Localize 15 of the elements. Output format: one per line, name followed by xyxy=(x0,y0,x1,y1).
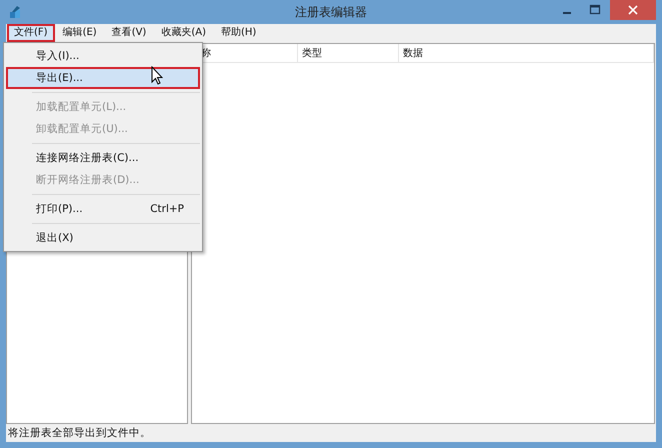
cursor-icon xyxy=(151,66,163,85)
menu-bar-item[interactable]: 编辑(E) xyxy=(56,24,104,42)
window-title: 注册表编辑器 xyxy=(295,4,367,20)
menu-item[interactable]: 导出(E)... xyxy=(6,67,200,89)
menu-item[interactable]: 连接网络注册表(C)... xyxy=(6,147,200,169)
status-text: 将注册表全部导出到文件中。 xyxy=(8,426,151,440)
menu-bar-item[interactable]: 文件(F) xyxy=(7,24,55,42)
menu-bar-item[interactable]: 帮助(H) xyxy=(214,24,264,42)
menu-bar-item[interactable]: 查看(V) xyxy=(104,24,154,42)
close-icon[interactable] xyxy=(610,0,656,20)
column-header[interactable]: 数据 xyxy=(399,44,654,62)
menu-item[interactable]: 退出(X) xyxy=(6,227,200,249)
menu-bar-item[interactable]: 收藏夹(A) xyxy=(154,24,213,42)
menu-item[interactable]: 打印(P)... Ctrl+P xyxy=(6,198,200,220)
column-header[interactable]: 类型 xyxy=(298,44,399,62)
